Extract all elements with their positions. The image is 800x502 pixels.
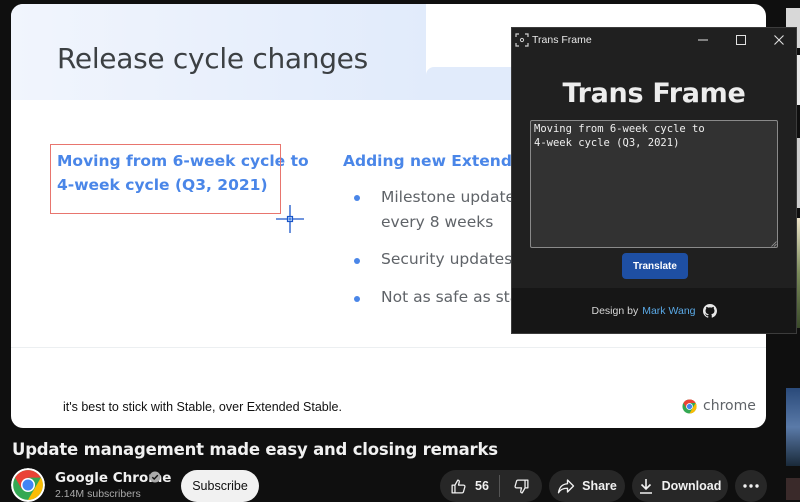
bullet-dot [354,258,360,264]
github-icon[interactable] [702,303,717,318]
source-text-area[interactable] [530,120,778,248]
chrome-logo-icon [682,398,697,414]
bullet-text: Security updates e [381,250,527,268]
chrome-brand: chrome [682,398,756,414]
close-icon [774,35,784,45]
maximize-button[interactable] [722,28,760,52]
translate-button[interactable]: Translate [622,253,688,279]
avatar[interactable] [11,468,45,502]
bullet-text: Not as safe as stab [381,288,530,306]
bullet-dot [354,296,360,302]
download-button[interactable]: Download [632,470,728,502]
window-footer: Design by Mark Wang [512,288,796,333]
slide-title: Release cycle changes [57,42,368,75]
like-dislike-group: 56 [440,470,542,502]
bullet-dot [354,195,360,201]
author-link[interactable]: Mark Wang [642,305,695,317]
suggestion-thumbnail[interactable] [786,478,800,500]
like-count: 56 [475,479,489,493]
verified-check-icon [149,471,161,483]
bullet-text: Milestone updates every 8 weeks [381,188,524,231]
slide-divider [11,347,766,348]
dislike-button[interactable] [500,478,542,495]
share-label: Share [582,479,617,493]
slide-right-heading: Adding new Extended [343,152,534,170]
thumbs-down-icon [513,478,529,494]
video-title: Update management made easy and closing … [12,440,498,459]
download-label: Download [661,479,722,493]
more-dots-icon [743,484,759,488]
maximize-icon [736,35,746,45]
video-caption: it's best to stick with Stable, over Ext… [63,400,342,414]
capture-selection-box [50,144,281,214]
share-button[interactable]: Share [549,470,625,502]
subscriber-count: 2.14M subscribers [55,488,141,500]
crosshair-icon [276,205,304,233]
window-title: Trans Frame [532,34,592,46]
suggestion-thumbnail[interactable] [786,388,800,466]
resize-grip-icon[interactable] [771,241,777,247]
thumbs-up-icon [451,478,466,494]
minimize-button[interactable] [684,28,722,52]
chrome-logo-icon [11,468,45,502]
footer-credit-label: Design by [591,304,639,317]
window-titlebar[interactable]: Trans Frame [512,28,796,52]
trans-frame-window: Trans Frame Trans Frame Translate Design… [511,27,797,334]
download-icon [639,479,652,494]
app-heading: Trans Frame [562,78,746,109]
more-actions-button[interactable] [735,470,767,502]
share-arrow-icon [557,479,575,494]
app-icon [515,33,529,47]
brand-label: chrome [703,398,756,414]
like-button[interactable]: 56 [440,478,499,495]
close-button[interactable] [760,28,798,52]
minimize-icon [698,39,708,41]
subscribe-button[interactable]: Subscribe [181,470,259,502]
